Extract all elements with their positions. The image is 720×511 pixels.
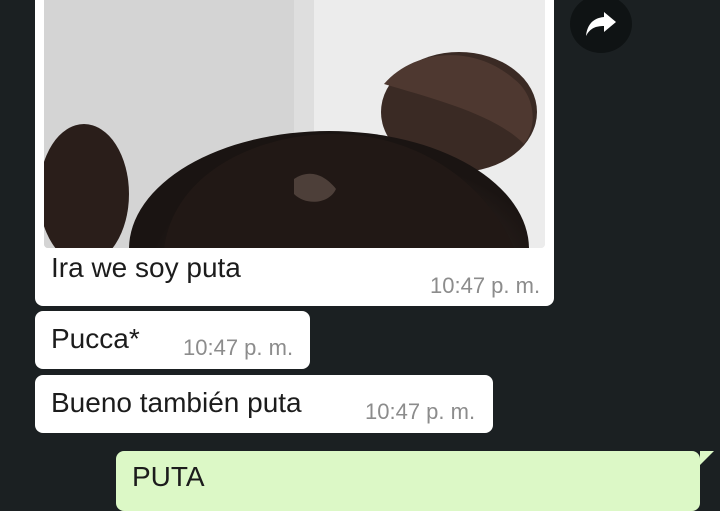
share-arrow-icon xyxy=(586,12,616,36)
outgoing-message-bubble[interactable]: PUTA xyxy=(116,451,714,511)
incoming-message-bubble[interactable]: Pucca* 10:47 p. m. xyxy=(35,311,310,369)
message-timestamp: 10:47 p. m. xyxy=(365,399,476,424)
message-timestamp: 10:47 p. m. xyxy=(183,335,294,360)
image-message-bubble[interactable]: Ira we soy puta 10:47 p. m. xyxy=(35,0,554,306)
message-text: Pucca* xyxy=(51,323,140,354)
incoming-message-bubble[interactable]: Bueno también puta 10:47 p. m. xyxy=(35,375,493,433)
message-timestamp: 10:47 p. m. xyxy=(430,273,541,298)
message-text: PUTA xyxy=(132,461,205,492)
bubble-tail xyxy=(700,451,714,465)
message-text: Bueno también puta xyxy=(51,387,302,418)
image-caption: Ira we soy puta xyxy=(51,252,241,283)
share-button[interactable] xyxy=(570,0,632,53)
photo-hair-buns-image xyxy=(44,0,545,248)
message-photo[interactable] xyxy=(44,0,545,248)
